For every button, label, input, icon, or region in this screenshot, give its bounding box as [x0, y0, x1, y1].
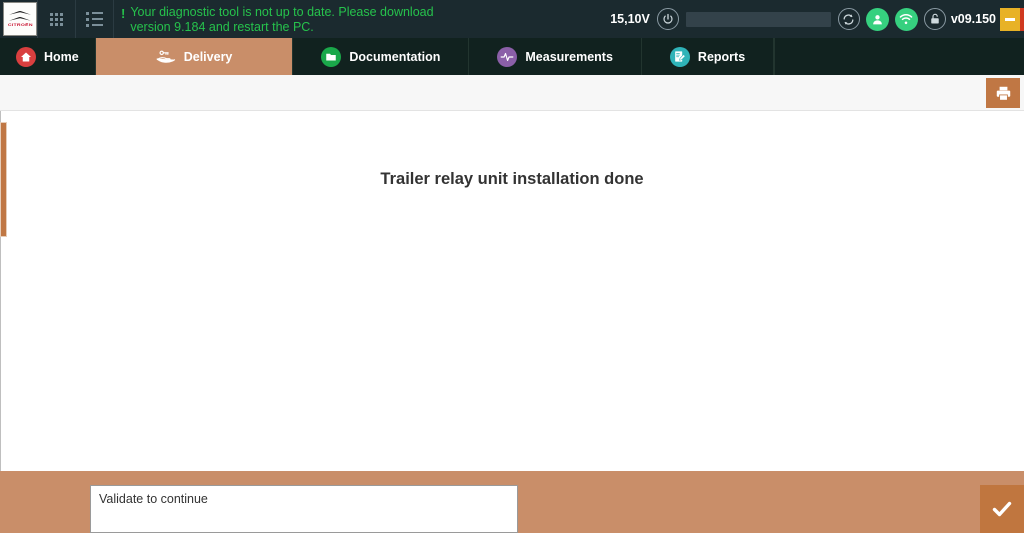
minimize-button[interactable]	[1000, 7, 1020, 31]
tab-home[interactable]: Home	[0, 38, 96, 75]
apps-grid-button[interactable]	[38, 0, 75, 38]
list-icon	[86, 11, 103, 27]
top-header-bar: CITROËN ! Your diagnostic tool is not up…	[0, 0, 1024, 38]
tab-label: Documentation	[349, 49, 441, 64]
print-button[interactable]	[986, 78, 1020, 108]
user-icon[interactable]	[865, 7, 889, 31]
citroen-chevron-icon	[9, 11, 31, 22]
report-pencil-icon	[669, 46, 690, 67]
wifi-icon[interactable]	[894, 7, 918, 31]
warning-exclamation-icon: !	[121, 6, 126, 21]
header-status-cluster: 15,10V v09.150	[610, 0, 1024, 38]
tab-delivery[interactable]: Delivery	[95, 38, 294, 75]
validate-button[interactable]	[980, 485, 1024, 533]
refresh-icon[interactable]	[837, 8, 860, 30]
menu-list-button[interactable]	[76, 0, 113, 38]
nav-empty-space	[774, 38, 1024, 75]
printer-icon	[996, 86, 1010, 101]
folder-icon	[321, 46, 342, 67]
vehicle-id-field[interactable]	[685, 11, 831, 27]
battery-voltage-readout: 15,10V	[610, 12, 650, 26]
main-content-area	[0, 111, 1024, 471]
footer-action-bar: Validate to continue	[0, 471, 1024, 533]
update-warning: ! Your diagnostic tool is not up to date…	[121, 3, 475, 35]
application-window: CITROËN ! Your diagnostic tool is not up…	[0, 0, 1024, 533]
page-title: Trailer relay unit installation done	[380, 170, 644, 188]
tab-label: Reports	[697, 49, 746, 64]
check-icon	[992, 501, 1012, 517]
software-version: v09.150	[950, 12, 996, 26]
tab-label: Measurements	[525, 49, 613, 64]
delivery-hand-icon	[156, 49, 176, 65]
tab-reports[interactable]: Reports	[642, 38, 775, 75]
power-icon[interactable]	[656, 8, 679, 30]
citroen-logo[interactable]: CITROËN	[3, 2, 37, 36]
minimize-dash-icon	[1005, 17, 1015, 21]
instruction-textbox[interactable]: Validate to continue	[90, 485, 518, 533]
unlock-icon[interactable]	[923, 8, 946, 30]
grid-icon	[50, 12, 63, 26]
brand-wordmark: CITROËN	[7, 23, 33, 28]
main-navigation: Home Delivery Documentation Measurements…	[0, 38, 1024, 75]
tab-documentation[interactable]: Documentation	[293, 38, 470, 75]
tab-label: Delivery	[183, 49, 233, 64]
tab-label: Home	[44, 49, 79, 64]
warning-message: Your diagnostic tool is not up to date. …	[130, 5, 434, 34]
header-divider	[113, 0, 114, 38]
content-toolbar	[0, 75, 1024, 111]
waveform-icon	[497, 46, 518, 67]
close-button[interactable]	[1020, 7, 1024, 31]
home-icon	[16, 46, 36, 67]
tab-measurements[interactable]: Measurements	[469, 38, 642, 75]
